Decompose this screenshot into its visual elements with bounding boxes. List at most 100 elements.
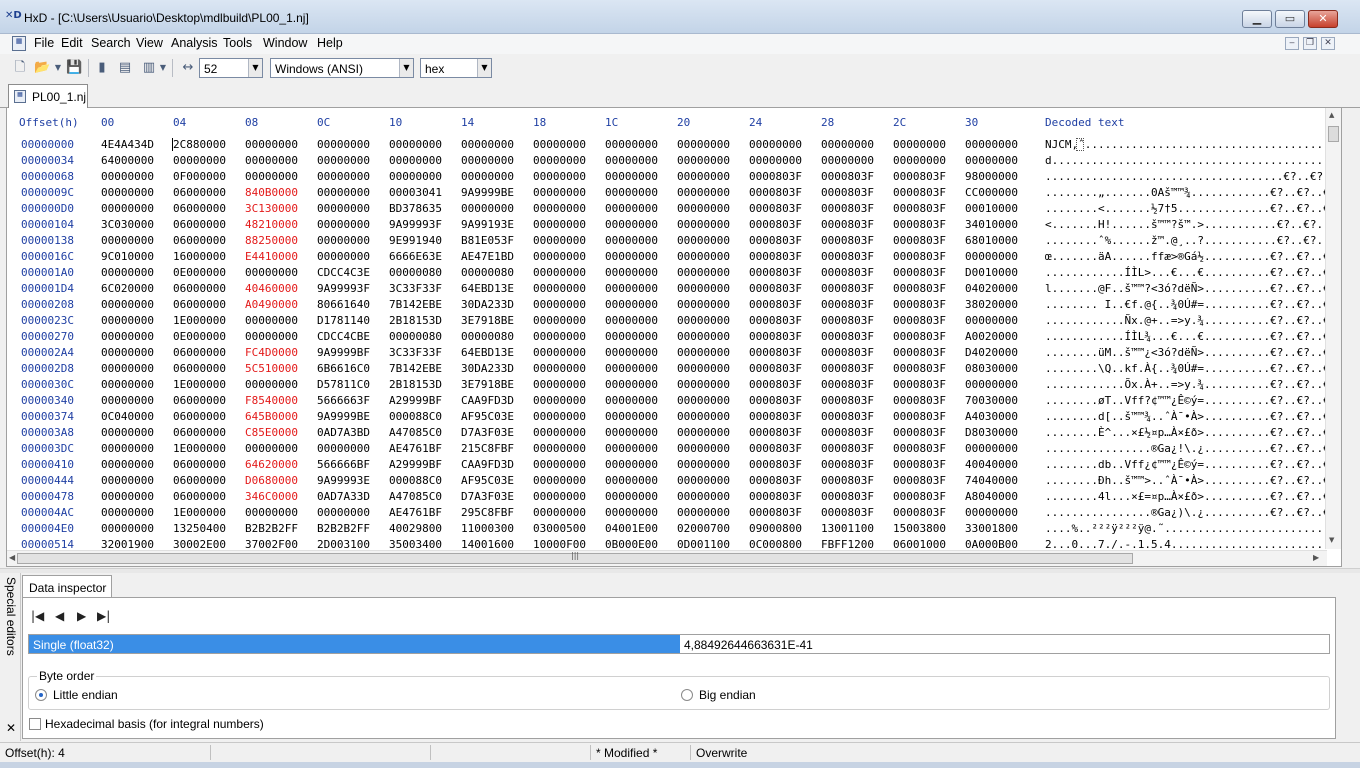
hex-cell[interactable]: 0000803F [821,314,874,327]
hex-cell[interactable]: 00000000 [677,346,730,359]
hex-cell[interactable]: 00000000 [101,458,154,471]
hex-cell[interactable]: 0000803F [821,282,874,295]
hex-cell[interactable]: 00000000 [245,506,298,519]
hex-cell[interactable]: 00000000 [317,506,370,519]
hex-cell[interactable]: 0000803F [821,442,874,455]
hex-cell[interactable]: 64EBD13E [461,346,514,359]
hex-cell[interactable]: 00000000 [317,202,370,215]
hex-cell[interactable]: 0000803F [749,282,802,295]
hex-cell[interactable]: 00000080 [389,266,442,279]
hex-cell[interactable]: 00000000 [101,490,154,503]
hex-cell[interactable]: 00000000 [605,266,658,279]
hex-cell[interactable]: 00000000 [965,378,1018,391]
display-mode-select[interactable]: hex ▼ [420,58,492,78]
hex-row[interactable]: 00000068 00000000 0F000000 00000000 00000000… [7,169,1327,185]
hex-cell[interactable]: 0000803F [893,202,946,215]
hex-row[interactable]: 00000444 00000000 06000000 D0680000 9A99993E… [7,473,1327,489]
hex-cell[interactable]: 0000803F [893,474,946,487]
menu-search[interactable]: Search [91,36,131,50]
hex-cell[interactable]: 00000000 [677,266,730,279]
decoded-text[interactable]: œ.......äA......ffæ>®Gá½..........€?..€?… [1045,250,1327,263]
hex-cell[interactable]: 00000000 [677,362,730,375]
hex-cell[interactable]: 09000800 [749,522,802,535]
hex-cell[interactable]: 00000000 [677,506,730,519]
open-folder-icon[interactable]: 📂 [34,60,50,76]
properties-icon[interactable]: ▤ [117,60,133,76]
hex-cell[interactable]: 00000000 [101,266,154,279]
hex-cell[interactable]: 40460000 [245,282,298,295]
decoded-text[interactable]: ................®Ga¿!\.¿..........€?..€?… [1045,442,1327,455]
hex-cell[interactable]: 70030000 [965,394,1018,407]
close-icon[interactable]: ✕ [6,721,16,735]
hex-cell[interactable]: 00000000 [101,170,154,183]
hex-cell[interactable]: 00000000 [533,426,586,439]
hex-cell[interactable]: 06000000 [173,410,226,423]
hex-cell[interactable]: 0000803F [893,314,946,327]
hex-cell[interactable]: AE47E1BD [461,250,514,263]
scroll-left-icon[interactable]: ◀ [9,553,15,562]
hex-cell[interactable]: 0000803F [821,202,874,215]
hex-row[interactable]: 00000374 0C040000 06000000 645B0000 9A9999BE… [7,409,1327,425]
hex-cell[interactable]: 0000803F [893,330,946,343]
hex-row[interactable]: 00000138 00000000 06000000 88250000 00000000… [7,233,1327,249]
hex-cell[interactable]: AF95C03E [461,474,514,487]
hex-row[interactable]: 00000034 64000000 00000000 00000000 00000000… [7,153,1327,169]
hex-cell[interactable]: 74040000 [965,474,1018,487]
hex-cell[interactable]: 00000000 [101,426,154,439]
hex-cell[interactable]: 00000000 [677,458,730,471]
hex-cell[interactable]: 00000000 [101,346,154,359]
chevron-down-icon[interactable]: ▼ [399,59,413,77]
hex-cell[interactable]: 566666BF [317,458,370,471]
hex-cell[interactable]: 00000080 [461,330,514,343]
hex-cell[interactable]: 00000000 [173,154,226,167]
hex-row[interactable]: 00000478 00000000 06000000 346C0000 0AD7A33D… [7,489,1327,505]
hex-cell[interactable]: 0000803F [893,378,946,391]
hex-cell[interactable]: 0000803F [749,314,802,327]
hex-cell[interactable]: 0000803F [893,490,946,503]
decoded-text[interactable]: ........„.......0Aš™™¾............€?..€?… [1045,186,1327,199]
hex-cell[interactable]: 5666663F [317,394,370,407]
hex-cell[interactable]: B81E053F [461,234,514,247]
hex-cell[interactable]: 00000000 [749,138,802,151]
hex-cell[interactable]: 00000000 [245,314,298,327]
hex-cell[interactable]: E4410000 [245,250,298,263]
hex-cell[interactable]: 000088C0 [389,410,442,423]
hex-cell[interactable]: 00000000 [605,506,658,519]
hex-cell[interactable]: 00000000 [101,442,154,455]
hex-cell[interactable]: 0000803F [821,170,874,183]
hex-row[interactable]: 00000340 00000000 06000000 F8540000 5666663F… [7,393,1327,409]
hex-cell[interactable]: 0000803F [821,234,874,247]
hex-cell[interactable]: 1E000000 [173,378,226,391]
hex-cell[interactable]: 00000000 [533,442,586,455]
hex-cell[interactable]: 00000000 [101,298,154,311]
hex-cell[interactable]: 7B142EBE [389,298,442,311]
hex-row[interactable]: 00000104 3C030000 06000000 48210000 00000000… [7,217,1327,233]
hex-cell[interactable]: 00000000 [533,506,586,519]
decoded-text[interactable]: ............Õx.À+..=>y.¾..........€?..€?… [1045,378,1327,391]
hex-cell[interactable]: 06000000 [173,282,226,295]
hex-cell[interactable]: CDCC4C3E [317,266,370,279]
hex-cell[interactable]: 00000000 [605,394,658,407]
decoded-text[interactable]: ........\Q..kf.À{..¾0Ú#=..........€?..€?… [1045,362,1327,375]
decoded-text[interactable]: ........ˆ%......ž™.@¸..?...........€?..€… [1045,234,1327,247]
hex-cell[interactable]: 00000000 [533,234,586,247]
hex-cell[interactable]: 98000000 [965,170,1018,183]
hex-cell[interactable]: 00000000 [605,138,658,151]
hex-cell[interactable]: A29999BF [389,458,442,471]
hex-cell[interactable]: 0000803F [749,506,802,519]
decoded-text[interactable]: <.......H!......š™™?š™.>...........€?..€… [1045,218,1327,231]
hex-cell[interactable]: 00000000 [389,138,442,151]
hex-cell[interactable]: 00010000 [965,202,1018,215]
hex-cell[interactable]: 00000000 [317,138,370,151]
hex-cell[interactable]: 33001800 [965,522,1018,535]
hex-cell[interactable]: 00000000 [677,202,730,215]
hex-cell[interactable]: 00000000 [605,186,658,199]
hex-editor[interactable]: Offset(h) Decoded text 00 04 08 0C 10 14 18 1C 2… [6,108,1342,567]
hex-cell[interactable]: 0000803F [893,410,946,423]
hex-cell[interactable]: 0000803F [821,266,874,279]
hex-cell[interactable]: 00000000 [101,506,154,519]
hex-cell[interactable]: 00000000 [245,378,298,391]
hex-cell[interactable]: 9A99993E [317,474,370,487]
hex-cell[interactable]: 68010000 [965,234,1018,247]
hex-cell[interactable]: 0000803F [749,170,802,183]
